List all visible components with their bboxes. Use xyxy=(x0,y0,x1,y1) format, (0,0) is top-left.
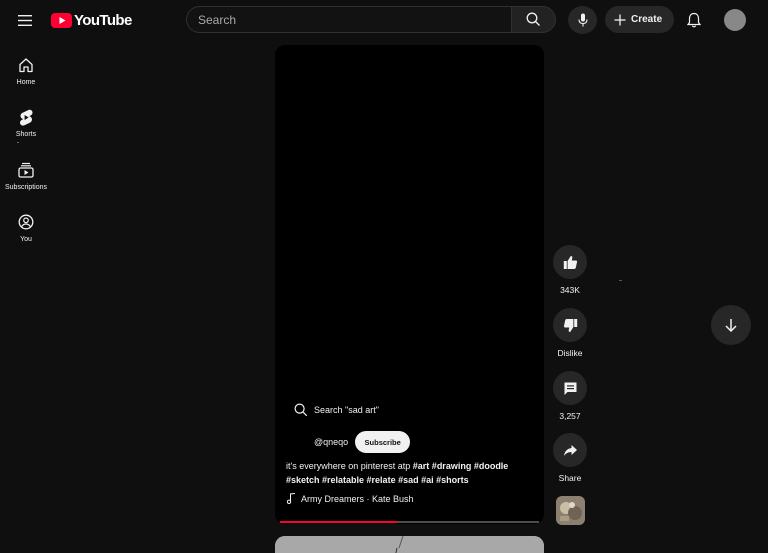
dislike-button[interactable] xyxy=(553,308,587,342)
subscriptions-icon xyxy=(18,162,34,178)
next-short-preview[interactable] xyxy=(275,536,544,553)
video-description[interactable]: it's everywhere on pinterest atp #art #d… xyxy=(286,459,536,487)
like-button[interactable] xyxy=(553,245,587,279)
sidebar-item-shorts[interactable]: Shorts xyxy=(0,102,52,150)
thumbs-up-icon xyxy=(563,255,577,269)
music-link[interactable]: Army Dreamers · Kate Bush xyxy=(287,493,414,504)
search-suggestion-text: Search "sad art" xyxy=(314,405,379,415)
hamburger-menu-icon xyxy=(18,14,32,26)
channel-row: @qneqo Subscribe xyxy=(314,431,411,453)
progress-fill xyxy=(280,521,397,523)
search-input[interactable] xyxy=(187,7,512,32)
share-label: Share xyxy=(558,473,582,483)
notifications-button[interactable] xyxy=(684,9,704,31)
logo-text: YouTube xyxy=(74,11,132,29)
menu-button[interactable] xyxy=(12,8,38,32)
share-icon xyxy=(563,444,577,456)
sidebar-item-label: You xyxy=(20,236,32,243)
divider-mark xyxy=(17,142,19,143)
search-button[interactable] xyxy=(511,6,556,33)
share-button[interactable] xyxy=(553,433,587,467)
search-box xyxy=(186,6,512,33)
subscribe-button[interactable]: Subscribe xyxy=(355,431,411,453)
video-progress-bar[interactable] xyxy=(280,521,539,523)
comment-icon xyxy=(564,382,576,395)
comment-count: 3,257 xyxy=(559,411,581,421)
like-action: 343K xyxy=(553,245,587,295)
next-short-thumbnail xyxy=(275,536,544,553)
sidebar-item-home[interactable]: Home xyxy=(0,50,52,98)
arrow-down-icon xyxy=(725,319,737,332)
sound-thumbnail-image xyxy=(556,496,585,525)
description-text: it's everywhere on pinterest atp xyxy=(286,461,413,471)
like-count: 343K xyxy=(560,285,580,295)
you-icon xyxy=(18,214,34,230)
shorts-icon xyxy=(20,109,33,126)
youtube-logo[interactable]: YouTube xyxy=(51,10,132,30)
music-title: Army Dreamers · Kate Bush xyxy=(301,493,414,504)
divider-mark xyxy=(619,280,622,281)
youtube-play-icon xyxy=(51,12,72,28)
bell-icon xyxy=(687,12,701,28)
create-button[interactable]: Create xyxy=(605,6,674,33)
voice-search-button[interactable] xyxy=(568,6,597,34)
home-icon xyxy=(19,58,33,73)
account-avatar[interactable] xyxy=(724,9,746,31)
next-video-button[interactable] xyxy=(711,305,751,345)
comment-button[interactable] xyxy=(553,371,587,405)
sidebar-item-label: Home xyxy=(16,79,36,86)
search-icon xyxy=(526,12,540,26)
sound-thumbnail[interactable] xyxy=(556,496,585,525)
music-note-icon xyxy=(287,493,296,504)
sidebar-item-label: Shorts xyxy=(15,131,37,138)
sidebar-item-you[interactable]: You xyxy=(0,207,52,255)
create-label: Create xyxy=(631,14,663,25)
sidebar-item-label: Subscriptions xyxy=(4,184,48,191)
search-suggestion[interactable]: Search "sad art" xyxy=(294,403,379,417)
microphone-icon xyxy=(577,13,588,27)
sidebar-item-subscriptions[interactable]: Subscriptions xyxy=(0,155,52,203)
search-icon xyxy=(294,403,308,417)
top-bar: YouTube Create xyxy=(0,0,768,40)
plus-icon xyxy=(614,14,626,25)
short-video-player[interactable]: Search "sad art" @qneqo Subscribe it's e… xyxy=(275,45,544,524)
dislike-label: Dislike xyxy=(557,348,583,358)
channel-handle[interactable]: @qneqo xyxy=(314,437,348,447)
dislike-action: Dislike xyxy=(553,308,587,358)
comment-action: 3,257 xyxy=(553,371,587,421)
share-action: Share xyxy=(553,433,587,483)
thumbs-down-icon xyxy=(563,318,577,332)
